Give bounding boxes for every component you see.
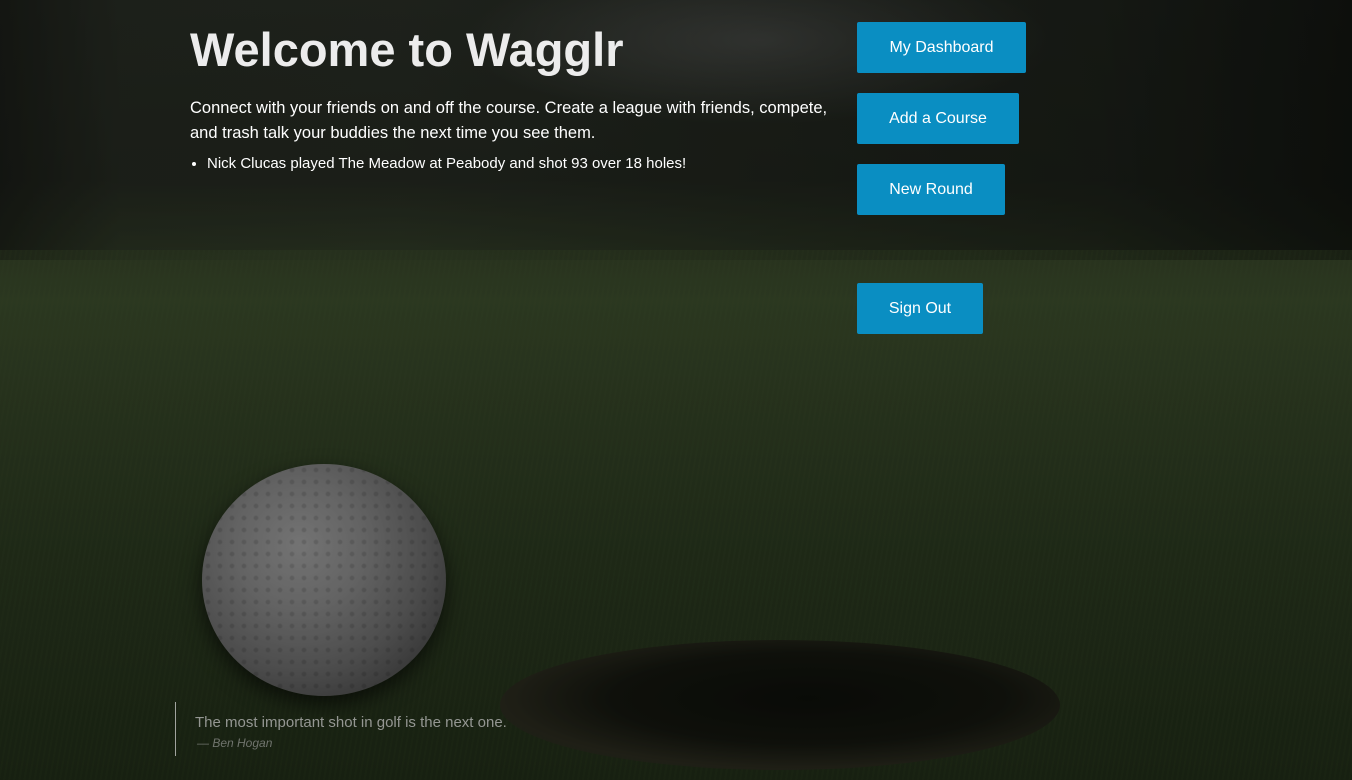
add-course-button[interactable]: Add a Course <box>857 93 1019 144</box>
quote-text: The most important shot in golf is the n… <box>195 714 507 731</box>
quote-author: — Ben Hogan <box>197 736 273 750</box>
page: Welcome to Wagglr Connect with your frie… <box>0 0 1352 780</box>
intro-text: Connect with your friends on and off the… <box>190 99 828 142</box>
sign-out-button[interactable]: Sign Out <box>857 283 983 334</box>
new-round-button[interactable]: New Round <box>857 164 1005 215</box>
welcome-section: Welcome to Wagglr Connect with your frie… <box>190 20 830 174</box>
page-title: Welcome to Wagglr <box>190 23 624 76</box>
my-dashboard-button[interactable]: My Dashboard <box>857 22 1026 73</box>
feed-item: Nick Clucas played The Meadow at Peabody… <box>207 154 830 174</box>
quote-block: The most important shot in golf is the n… <box>175 702 615 756</box>
activity-feed: Nick Clucas played The Meadow at Peabody… <box>190 154 830 174</box>
